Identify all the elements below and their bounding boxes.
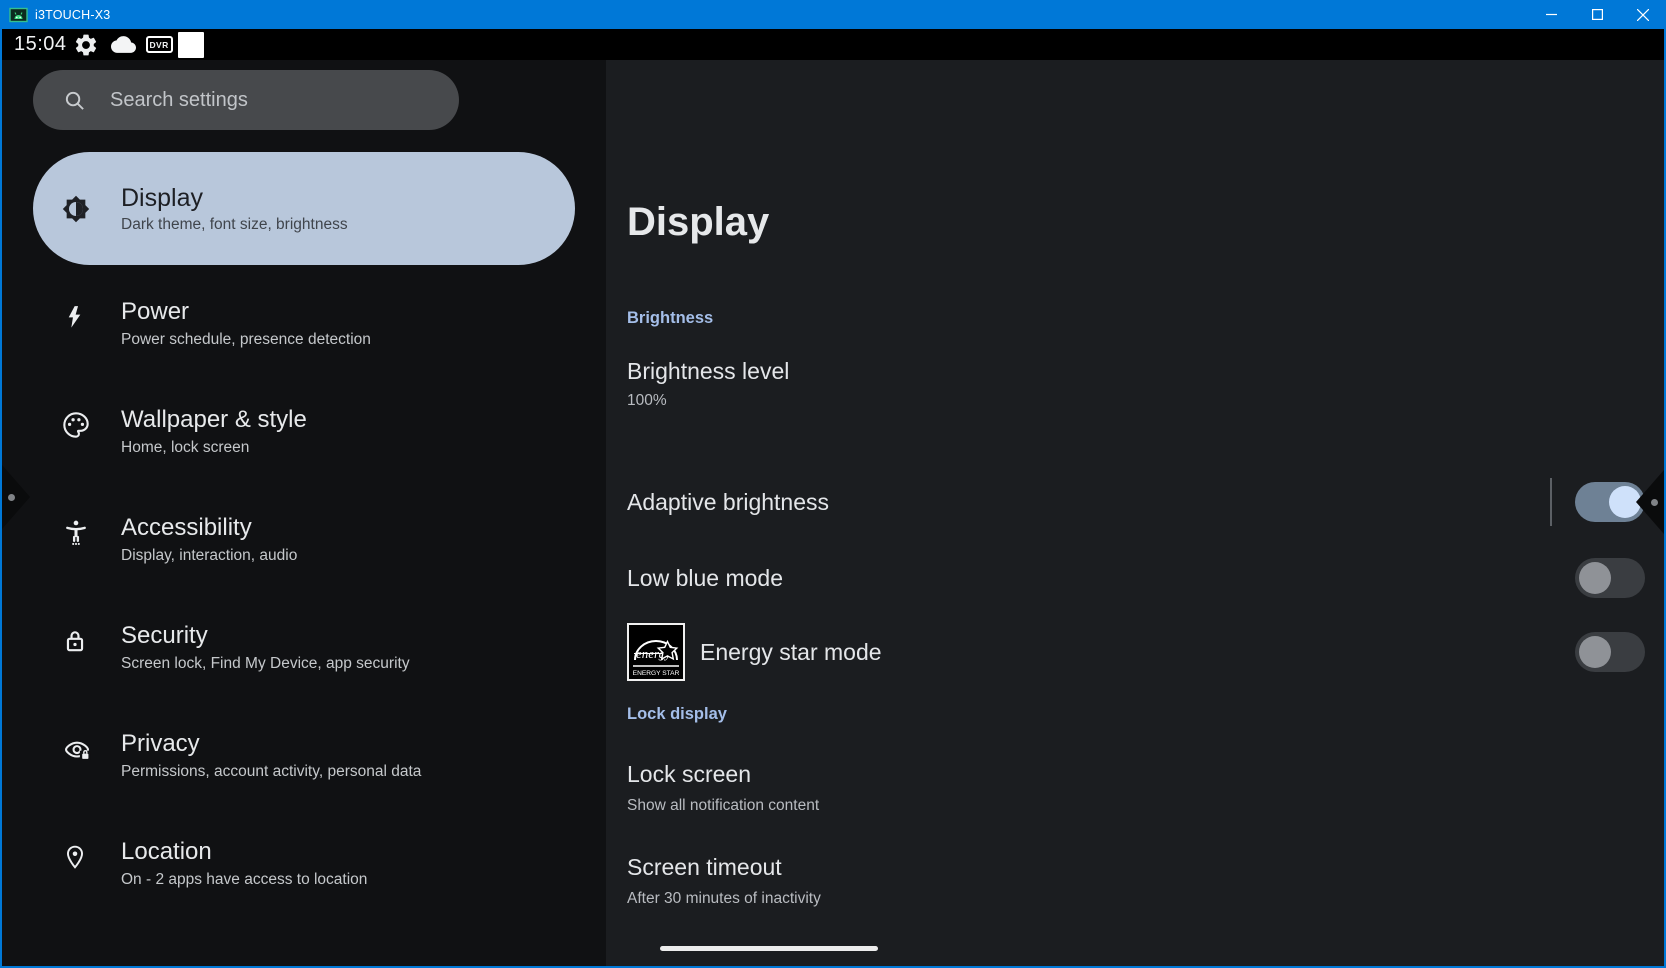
- accessibility-icon: [62, 519, 90, 547]
- privacy-eye-icon: [62, 735, 90, 763]
- sidebar-item-sublabel: Screen lock, Find My Device, app securit…: [121, 653, 410, 674]
- sidebar-item-sublabel: Permissions, account activity, personal …: [121, 761, 421, 782]
- sidebar-item-label: Security: [121, 620, 410, 651]
- search-input[interactable]: [110, 89, 410, 112]
- location-pin-icon: [62, 843, 90, 871]
- row-adaptive-brightness[interactable]: Adaptive brightness: [627, 487, 829, 517]
- app-window: i3TOUCH-X3 15:04 DVR: [0, 0, 1666, 968]
- sidebar-item-label: Wallpaper & style: [121, 404, 307, 435]
- settings-gear-icon: [73, 32, 99, 58]
- sidebar-item-sublabel: Display, interaction, audio: [121, 545, 297, 566]
- energy-star-mode-toggle[interactable]: [1575, 632, 1645, 672]
- settings-sidebar: Display Dark theme, font size, brightnes…: [2, 60, 606, 966]
- section-label-brightness: Brightness: [627, 309, 713, 328]
- sidebar-item-accessibility[interactable]: Accessibility Display, interaction, audi…: [2, 512, 606, 566]
- sidebar-item-sublabel: Home, lock screen: [121, 437, 307, 458]
- row-brightness-level-value: 100%: [627, 390, 667, 411]
- sidebar-item-sublabel: Power schedule, presence detection: [121, 329, 371, 350]
- lock-icon: [62, 627, 90, 655]
- sidebar-item-display[interactable]: Display Dark theme, font size, brightnes…: [33, 152, 575, 265]
- row-low-blue-mode[interactable]: Low blue mode: [627, 563, 783, 593]
- close-button[interactable]: [1620, 0, 1666, 29]
- row-divider: [1550, 478, 1552, 526]
- row-screen-timeout[interactable]: Screen timeout: [627, 852, 782, 882]
- cloud-icon: [111, 35, 136, 54]
- android-robot-icon: [9, 6, 28, 23]
- sidebar-item-location[interactable]: Location On - 2 apps have access to loca…: [2, 836, 606, 890]
- display-settings-panel: Display Brightness Brightness level 100%…: [606, 60, 1664, 966]
- palette-icon: [62, 411, 90, 439]
- search-bar[interactable]: [33, 70, 459, 130]
- sidebar-item-label: Accessibility: [121, 512, 297, 543]
- sidebar-item-security[interactable]: Security Screen lock, Find My Device, ap…: [2, 620, 606, 674]
- sidebar-item-label: Display: [121, 182, 348, 214]
- sidebar-item-privacy[interactable]: Privacy Permissions, account activity, p…: [2, 728, 606, 782]
- sidebar-item-wallpaper[interactable]: Wallpaper & style Home, lock screen: [2, 404, 606, 458]
- toggle-thumb: [1579, 562, 1611, 594]
- row-energy-star-mode[interactable]: Energy star mode: [700, 637, 882, 667]
- sidebar-item-sublabel: Dark theme, font size, brightness: [121, 214, 348, 235]
- sidebar-item-power[interactable]: Power Power schedule, presence detection: [2, 296, 606, 350]
- clock: 15:04: [14, 33, 67, 56]
- window-border-left: [0, 29, 2, 968]
- low-blue-mode-toggle[interactable]: [1575, 558, 1645, 598]
- display-brightness-icon: [62, 195, 90, 223]
- scroll-indicator[interactable]: [660, 946, 878, 951]
- handle-dot-icon: [8, 494, 15, 501]
- dvr-badge: DVR: [146, 36, 173, 53]
- title-bar: i3TOUCH-X3: [0, 0, 1666, 29]
- maximize-button[interactable]: [1574, 0, 1620, 29]
- row-brightness-level[interactable]: Brightness level: [627, 356, 789, 386]
- row-lock-screen[interactable]: Lock screen: [627, 759, 751, 789]
- energy-star-logo: energy ENERGY STAR: [627, 623, 685, 681]
- sidebar-item-label: Location: [121, 836, 367, 867]
- row-lock-screen-value: Show all notification content: [627, 795, 819, 816]
- recents-square-icon: [178, 32, 204, 58]
- toggle-thumb: [1579, 636, 1611, 668]
- power-bolt-icon: [62, 303, 90, 331]
- adaptive-brightness-toggle[interactable]: [1575, 482, 1645, 522]
- minimize-button[interactable]: [1528, 0, 1574, 29]
- status-bar: 15:04 DVR: [0, 29, 1666, 60]
- section-label-lock-display: Lock display: [627, 705, 727, 724]
- energy-star-caption: ENERGY STAR: [633, 670, 680, 677]
- sidebar-item-label: Power: [121, 296, 371, 327]
- row-screen-timeout-value: After 30 minutes of inactivity: [627, 888, 821, 909]
- page-title: Display: [627, 198, 769, 246]
- handle-dot-icon: [1651, 499, 1658, 506]
- sidebar-item-label: Privacy: [121, 728, 421, 759]
- sidebar-item-sublabel: On - 2 apps have access to location: [121, 869, 367, 890]
- search-icon: [63, 89, 86, 112]
- window-title: i3TOUCH-X3: [35, 8, 110, 22]
